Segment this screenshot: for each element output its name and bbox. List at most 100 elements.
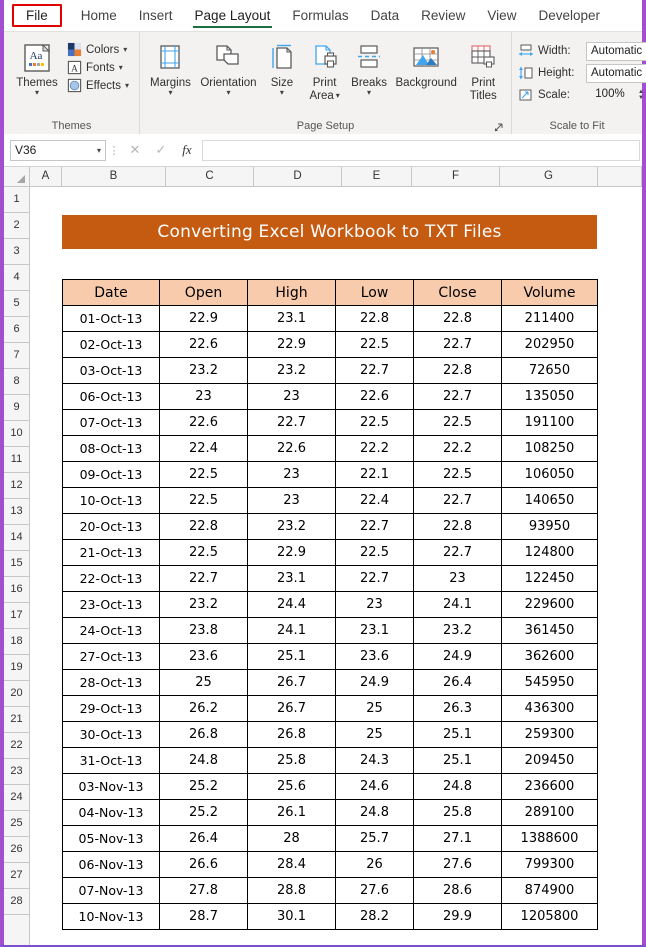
cell-volume-16[interactable]: 259300 (501, 721, 598, 748)
row-header-23[interactable]: 23 (4, 759, 29, 785)
cell-close-16[interactable]: 25.1 (413, 721, 502, 748)
cell-low-2[interactable]: 22.7 (335, 357, 414, 384)
cell-close-8[interactable]: 22.8 (413, 513, 502, 540)
cell-high-12[interactable]: 24.1 (247, 617, 336, 644)
page-setup-dialog-launcher-icon[interactable] (494, 123, 503, 132)
cell-date-14[interactable]: 28-Oct-13 (62, 669, 160, 696)
cell-close-1[interactable]: 22.7 (413, 331, 502, 358)
cell-volume-0[interactable]: 211400 (501, 305, 598, 332)
fonts-button[interactable]: A Fonts ▾ (64, 59, 132, 76)
cell-open-7[interactable]: 22.5 (159, 487, 248, 514)
row-header-25[interactable]: 25 (4, 811, 29, 837)
formula-bar-grip[interactable]: ⋮ (106, 144, 122, 157)
cell-close-5[interactable]: 22.2 (413, 435, 502, 462)
insert-function-icon[interactable]: fx (174, 139, 200, 161)
cell-open-4[interactable]: 22.6 (159, 409, 248, 436)
cell-low-21[interactable]: 26 (335, 851, 414, 878)
cell-high-7[interactable]: 23 (247, 487, 336, 514)
tab-file[interactable]: File (12, 4, 62, 27)
row-header-12[interactable]: 12 (4, 473, 29, 499)
fonts-chevron-down-icon[interactable]: ▾ (119, 63, 123, 72)
row-header-15[interactable]: 15 (4, 551, 29, 577)
cell-close-18[interactable]: 24.8 (413, 773, 502, 800)
cell-open-6[interactable]: 22.5 (159, 461, 248, 488)
cell-date-8[interactable]: 20-Oct-13 (62, 513, 160, 540)
cell-high-8[interactable]: 23.2 (247, 513, 336, 540)
cell-date-9[interactable]: 21-Oct-13 (62, 539, 160, 566)
cell-low-18[interactable]: 24.6 (335, 773, 414, 800)
cell-volume-11[interactable]: 229600 (501, 591, 598, 618)
cell-date-10[interactable]: 22-Oct-13 (62, 565, 160, 592)
cell-open-17[interactable]: 24.8 (159, 747, 248, 774)
cell-volume-18[interactable]: 236600 (501, 773, 598, 800)
column-header-a[interactable]: A (30, 167, 62, 186)
column-header-b[interactable]: B (62, 167, 166, 186)
cell-open-0[interactable]: 22.9 (159, 305, 248, 332)
cell-high-5[interactable]: 22.6 (247, 435, 336, 462)
cell-date-19[interactable]: 04-Nov-13 (62, 799, 160, 826)
cell-close-9[interactable]: 22.7 (413, 539, 502, 566)
cell-date-23[interactable]: 10-Nov-13 (62, 903, 160, 930)
cell-close-2[interactable]: 22.8 (413, 357, 502, 384)
cell-volume-22[interactable]: 874900 (501, 877, 598, 904)
cell-close-12[interactable]: 23.2 (413, 617, 502, 644)
themes-button[interactable]: Aa Themes ▾ (10, 38, 64, 99)
column-header-g[interactable]: G (500, 167, 598, 186)
cell-close-21[interactable]: 27.6 (413, 851, 502, 878)
cell-open-22[interactable]: 27.8 (159, 877, 248, 904)
cell-low-23[interactable]: 28.2 (335, 903, 414, 930)
cell-close-22[interactable]: 28.6 (413, 877, 502, 904)
cell-high-23[interactable]: 30.1 (247, 903, 336, 930)
cell-open-20[interactable]: 26.4 (159, 825, 248, 852)
cell-open-12[interactable]: 23.8 (159, 617, 248, 644)
cell-high-10[interactable]: 23.1 (247, 565, 336, 592)
cell-close-10[interactable]: 23 (413, 565, 502, 592)
cell-low-4[interactable]: 22.5 (335, 409, 414, 436)
cell-close-17[interactable]: 25.1 (413, 747, 502, 774)
row-header-3[interactable]: 3 (4, 239, 29, 265)
select-all-corner[interactable] (4, 167, 30, 186)
orientation-button[interactable]: Orientation ▾ (196, 38, 261, 99)
column-header-f[interactable]: F (412, 167, 500, 186)
name-box[interactable]: V36 ▾ (10, 139, 106, 161)
row-header-17[interactable]: 17 (4, 603, 29, 629)
row-header-5[interactable]: 5 (4, 291, 29, 317)
cell-open-2[interactable]: 23.2 (159, 357, 248, 384)
cell-date-0[interactable]: 01-Oct-13 (62, 305, 160, 332)
row-header-28[interactable]: 28 (4, 889, 29, 915)
cell-close-23[interactable]: 29.9 (413, 903, 502, 930)
cell-date-3[interactable]: 06-Oct-13 (62, 383, 160, 410)
cell-high-18[interactable]: 25.6 (247, 773, 336, 800)
row-header-6[interactable]: 6 (4, 317, 29, 343)
cell-low-3[interactable]: 22.6 (335, 383, 414, 410)
row-header-8[interactable]: 8 (4, 369, 29, 395)
cell-open-11[interactable]: 23.2 (159, 591, 248, 618)
cell-low-20[interactable]: 25.7 (335, 825, 414, 852)
cell-date-20[interactable]: 05-Nov-13 (62, 825, 160, 852)
spinner-down-icon[interactable]: ▼ (638, 95, 644, 101)
row-header-19[interactable]: 19 (4, 655, 29, 681)
row-header-4[interactable]: 4 (4, 265, 29, 291)
effects-button[interactable]: Effects ▾ (64, 77, 132, 94)
tab-data[interactable]: Data (360, 4, 411, 27)
cell-low-12[interactable]: 23.1 (335, 617, 414, 644)
cell-open-8[interactable]: 22.8 (159, 513, 248, 540)
row-header-9[interactable]: 9 (4, 395, 29, 421)
cell-close-3[interactable]: 22.7 (413, 383, 502, 410)
row-header-26[interactable]: 26 (4, 837, 29, 863)
row-header-2[interactable]: 2 (4, 213, 29, 239)
column-header-e[interactable]: E (342, 167, 412, 186)
cell-date-7[interactable]: 10-Oct-13 (62, 487, 160, 514)
cell-high-14[interactable]: 26.7 (247, 669, 336, 696)
row-header-22[interactable]: 22 (4, 733, 29, 759)
cell-low-22[interactable]: 27.6 (335, 877, 414, 904)
row-header-11[interactable]: 11 (4, 447, 29, 473)
cell-low-1[interactable]: 22.5 (335, 331, 414, 358)
cell-high-1[interactable]: 22.9 (247, 331, 336, 358)
cell-volume-4[interactable]: 191100 (501, 409, 598, 436)
cell-high-2[interactable]: 23.2 (247, 357, 336, 384)
cell-close-4[interactable]: 22.5 (413, 409, 502, 436)
cell-volume-17[interactable]: 209450 (501, 747, 598, 774)
size-button[interactable]: Size ▾ (262, 38, 302, 99)
cell-high-15[interactable]: 26.7 (247, 695, 336, 722)
